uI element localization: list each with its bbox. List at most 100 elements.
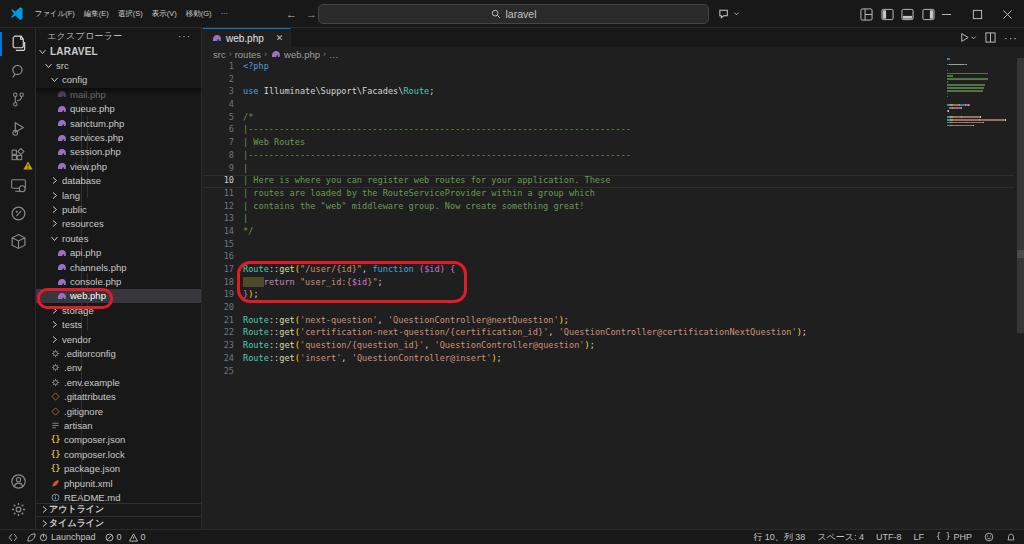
- tree-file-composer.json[interactable]: {}composer.json: [36, 433, 201, 447]
- scrollbar[interactable]: [1017, 58, 1024, 333]
- tree-file-queue.php[interactable]: queue.php: [36, 102, 201, 116]
- code-line-10[interactable]: | Here is where you can register web rou…: [243, 175, 944, 188]
- breadcrumb-item-2[interactable]: web.php: [284, 49, 320, 60]
- menu-0[interactable]: ファイル(F): [30, 6, 79, 22]
- tree-file-api.php[interactable]: api.php: [36, 246, 201, 260]
- sidebar-more-icon[interactable]: ···: [178, 31, 191, 42]
- minimize-button[interactable]: [941, 9, 952, 20]
- tree-file-README.md[interactable]: README.md: [36, 490, 201, 503]
- tree-folder-routes[interactable]: routes: [36, 231, 201, 245]
- copilot-button[interactable]: [718, 7, 740, 20]
- breadcrumb-item-3[interactable]: …: [329, 49, 339, 60]
- tree-file-artisan[interactable]: artisan: [36, 418, 201, 432]
- tree-file-channels.php[interactable]: channels.php: [36, 260, 201, 274]
- tree-file-.gitattributes[interactable]: .gitattributes: [36, 390, 201, 404]
- code-line-11[interactable]: | routes are loaded by the RouteServiceP…: [243, 188, 944, 201]
- code-line-8[interactable]: |---------------------------------------…: [243, 150, 944, 163]
- code-line-6[interactable]: |---------------------------------------…: [243, 124, 944, 137]
- tree-folder-resources[interactable]: resources: [36, 217, 201, 231]
- encoding[interactable]: UTF-8: [876, 532, 902, 542]
- code-line-19[interactable]: });: [243, 289, 944, 302]
- code-line-21[interactable]: Route::get('next-question', 'QuestionCon…: [243, 315, 944, 328]
- activity-containers-icon[interactable]: [0, 228, 36, 256]
- launchpad-status[interactable]: Launchpad: [27, 532, 96, 542]
- customize-layout-icon[interactable]: [860, 8, 873, 21]
- command-center-search[interactable]: laravel: [318, 4, 709, 24]
- run-button[interactable]: [959, 32, 977, 43]
- editor-more-icon[interactable]: ···: [1004, 32, 1018, 44]
- breadcrumb-item-1[interactable]: routes: [235, 49, 261, 60]
- outline-panel-header[interactable]: アウトライン: [36, 503, 201, 517]
- activity-explorer-icon[interactable]: [0, 29, 36, 57]
- code-line-20[interactable]: [243, 302, 944, 315]
- code-line-4[interactable]: [243, 99, 944, 112]
- timeline-panel-header[interactable]: タイムライン: [36, 516, 201, 529]
- tree-folder-storage[interactable]: storage: [36, 303, 201, 317]
- tree-folder-LARAVEL[interactable]: LARAVEL: [36, 44, 201, 58]
- eol[interactable]: LF: [914, 532, 925, 542]
- tree-file-console.php[interactable]: console.php: [36, 274, 201, 288]
- editor-area[interactable]: web.php ✕ ··· src›routes›web.php›… 12345…: [203, 28, 1024, 529]
- code-line-18[interactable]: return "user_id:{$id}";: [243, 277, 944, 290]
- tree-folder-database[interactable]: database: [36, 174, 201, 188]
- menu-1[interactable]: 編集(E): [79, 6, 113, 22]
- code-line-15[interactable]: [243, 239, 944, 252]
- tree-file-.env[interactable]: .env: [36, 361, 201, 375]
- activity-settings-icon[interactable]: [0, 495, 36, 523]
- nav-forward-icon[interactable]: →: [306, 8, 317, 20]
- activity-source-control-icon[interactable]: [0, 86, 36, 114]
- code-line-24[interactable]: Route::get('insert', 'QuestionController…: [243, 353, 944, 366]
- toggle-secondary-sidebar-icon[interactable]: [922, 8, 935, 21]
- code-line-22[interactable]: Route::get('certification-next-question/…: [243, 327, 944, 340]
- toggle-sidebar-icon[interactable]: [881, 8, 894, 21]
- tree-folder-lang[interactable]: lang: [36, 188, 201, 202]
- code-line-25[interactable]: [243, 366, 944, 379]
- tree-file-sanctum.php[interactable]: sanctum.php: [36, 116, 201, 130]
- menu-5[interactable]: ···: [216, 6, 233, 22]
- feedback-icon[interactable]: [984, 532, 994, 542]
- tree-file-mail.php[interactable]: mail.php: [36, 87, 201, 101]
- cursor-position[interactable]: 行 10、列 38: [753, 531, 805, 544]
- problems-status[interactable]: 0 0: [105, 532, 146, 542]
- code-line-9[interactable]: |: [243, 163, 944, 176]
- tree-folder-config[interactable]: config: [36, 73, 201, 87]
- split-editor-icon[interactable]: [985, 32, 996, 43]
- menu-4[interactable]: 移動(G): [181, 6, 216, 22]
- code-line-3[interactable]: use Illuminate\Support\Facades\Route;: [243, 86, 944, 99]
- code-line-7[interactable]: | Web Routes: [243, 137, 944, 150]
- tab-close-icon[interactable]: ✕: [276, 33, 284, 43]
- breadcrumb-item-0[interactable]: src: [213, 49, 226, 60]
- indentation[interactable]: スペース: 4: [817, 531, 864, 544]
- code-line-2[interactable]: [243, 74, 944, 87]
- tree-file-view.php[interactable]: view.php: [36, 159, 201, 173]
- activity-remote-explorer-icon[interactable]: [0, 171, 36, 199]
- code-line-1[interactable]: <?php: [243, 61, 944, 74]
- toggle-panel-icon[interactable]: [901, 8, 914, 21]
- tree-file-services.php[interactable]: services.php: [36, 130, 201, 144]
- maximize-button[interactable]: [972, 9, 983, 20]
- language-mode[interactable]: { }PHP: [936, 532, 972, 542]
- activity-run-debug-icon[interactable]: [0, 114, 36, 142]
- code-line-5[interactable]: /*: [243, 112, 944, 125]
- activity-extensions-icon[interactable]: [0, 143, 36, 171]
- menu-3[interactable]: 表示(V): [147, 6, 181, 22]
- tree-file-package.json[interactable]: {}package.json: [36, 462, 201, 476]
- tab-web-php[interactable]: web.php ✕: [203, 28, 291, 47]
- minimap[interactable]: [947, 58, 1006, 178]
- tree-folder-public[interactable]: public: [36, 202, 201, 216]
- tree-file-.env.example[interactable]: .env.example: [36, 375, 201, 389]
- activity-live-share-icon[interactable]: [0, 199, 36, 227]
- tree-file-web.php[interactable]: web.php: [36, 289, 201, 303]
- menu-2[interactable]: 選択(S): [113, 6, 147, 22]
- tree-folder-vendor[interactable]: vendor: [36, 332, 201, 346]
- activity-account-icon[interactable]: [0, 467, 36, 495]
- code-line-17[interactable]: Route::get("/user/{id}", function ($id) …: [243, 264, 944, 277]
- code-line-13[interactable]: |: [243, 213, 944, 226]
- tree-folder-src[interactable]: src: [36, 58, 201, 72]
- code-line-12[interactable]: | contains the "web" middleware group. N…: [243, 201, 944, 214]
- tree-file-.gitignore[interactable]: .gitignore: [36, 404, 201, 418]
- code-line-14[interactable]: */: [243, 226, 944, 239]
- close-button[interactable]: [1002, 9, 1013, 20]
- tree-folder-tests[interactable]: tests: [36, 318, 201, 332]
- activity-search-icon[interactable]: [0, 57, 36, 85]
